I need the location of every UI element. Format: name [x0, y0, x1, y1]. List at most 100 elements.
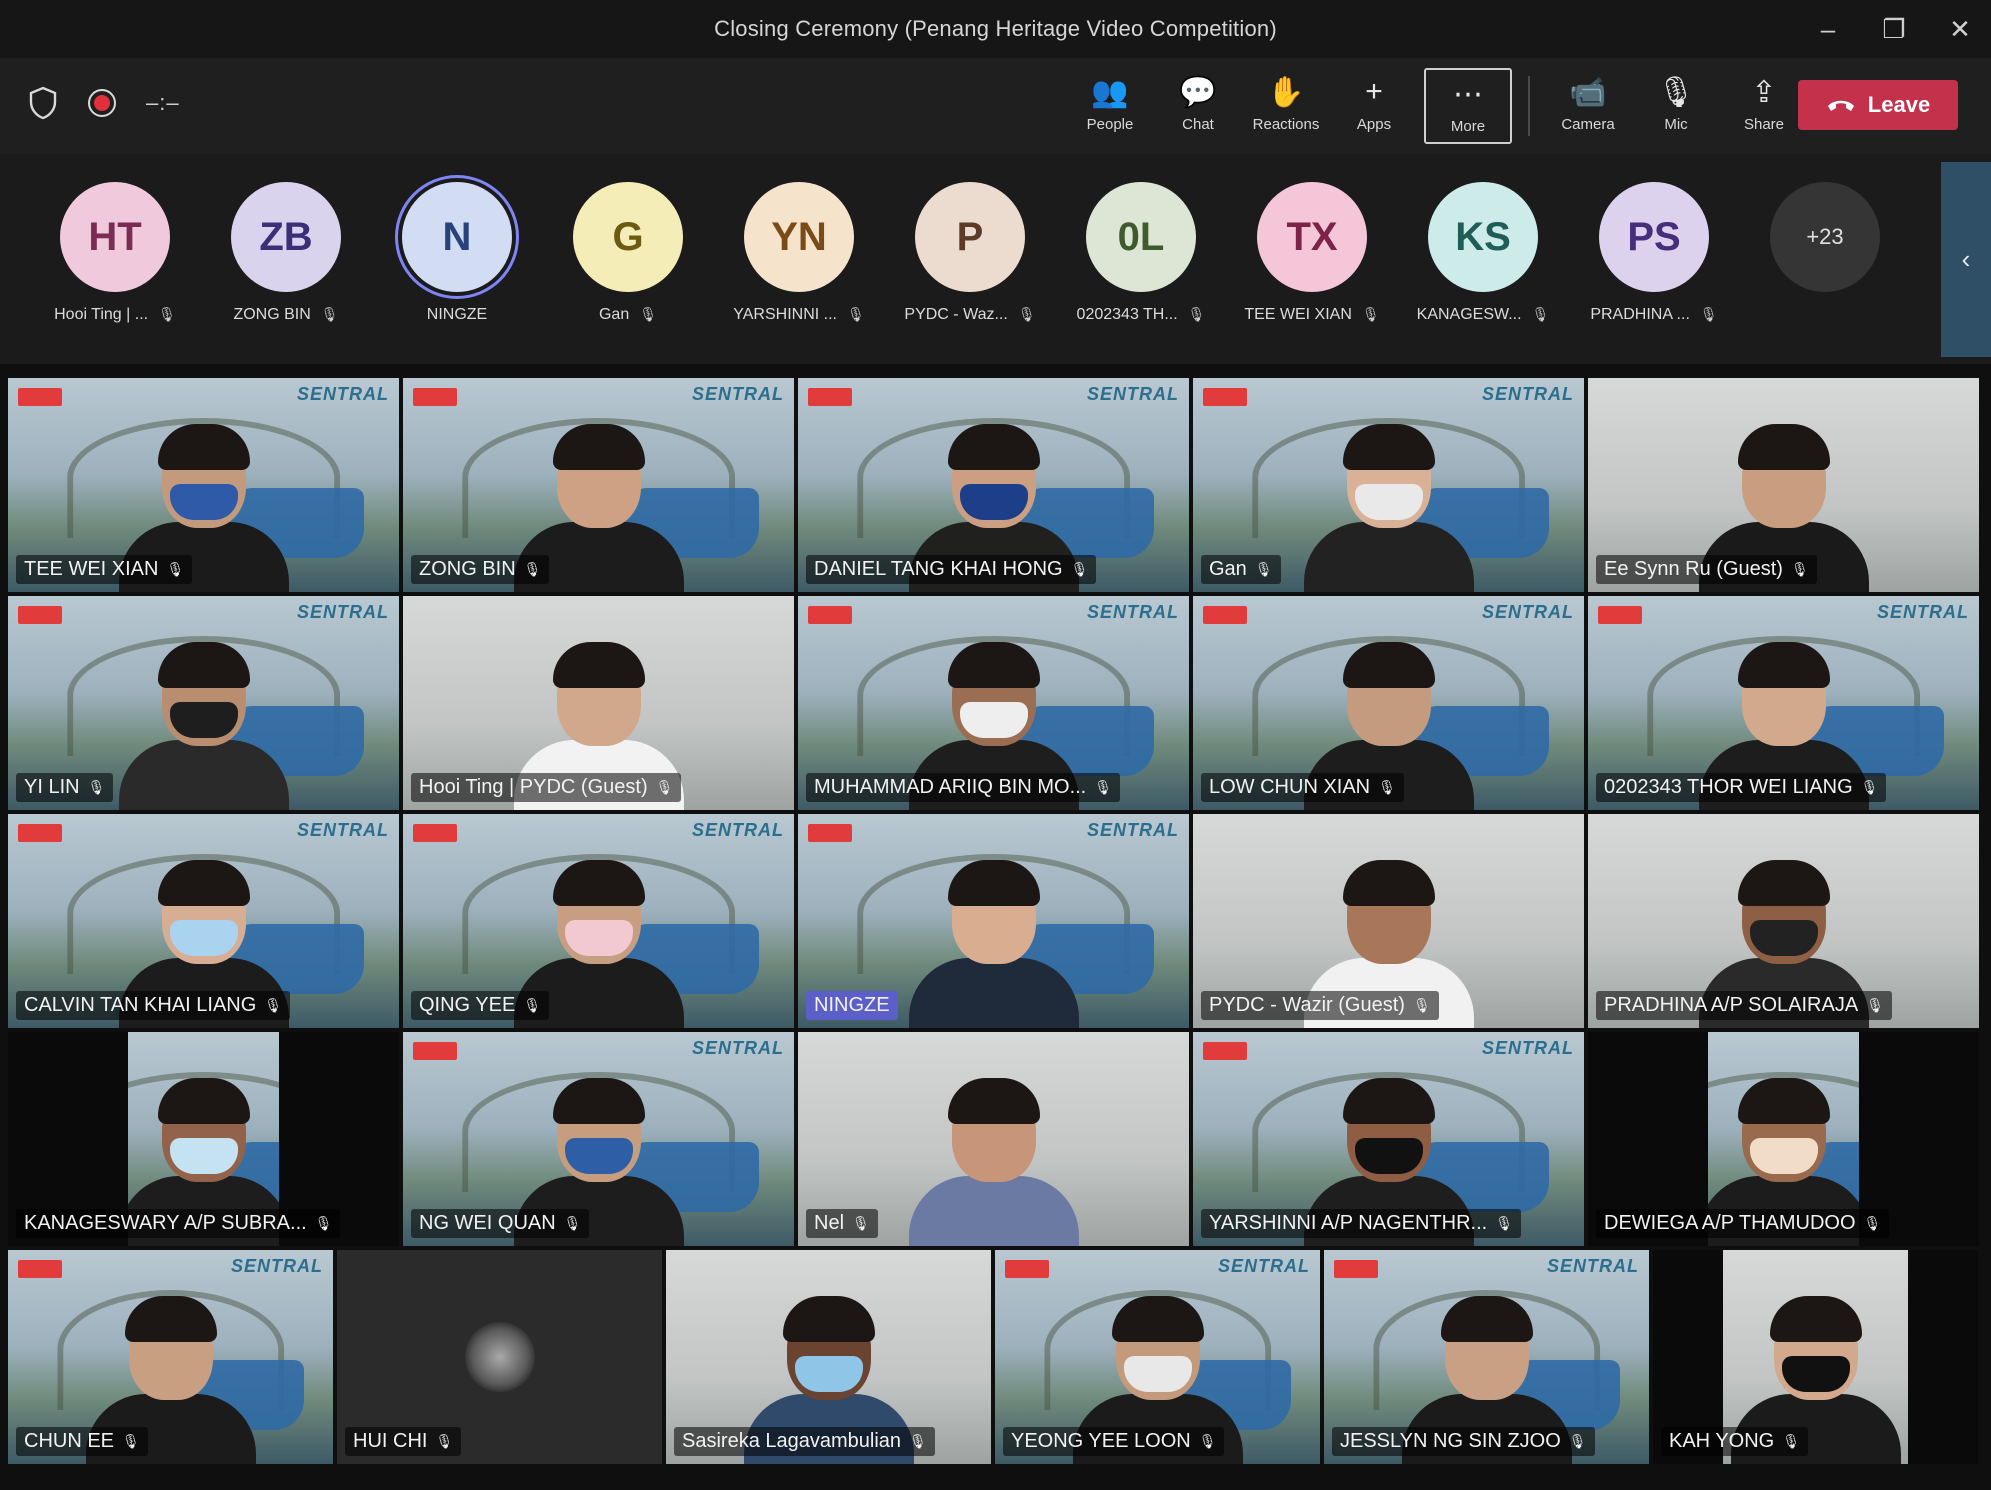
mic-muted-icon: 🎙 [1860, 779, 1879, 795]
video-tile[interactable]: SENTRAL YI LIN 🎙 [8, 596, 399, 810]
participant-avatar-item[interactable]: TX TEE WEI XIAN 🎙 [1232, 182, 1392, 324]
video-tile[interactable]: Ee Synn Ru (Guest) 🎙 [1588, 378, 1979, 592]
participant-name: KANAGESW... 🎙 [1417, 306, 1550, 324]
video-tile[interactable]: PYDC - Wazir (Guest) 🎙 [1193, 814, 1584, 1028]
live-badge [1203, 606, 1247, 624]
participant-avatar-item[interactable]: HT Hooi Ting | ... 🎙 [35, 182, 195, 324]
participant-nametag: PYDC - Wazir (Guest) 🎙 [1201, 991, 1439, 1020]
close-icon[interactable]: ✕ [1947, 14, 1973, 45]
face-mask [564, 1138, 633, 1174]
sentral-logo: SENTRAL [1877, 602, 1969, 622]
shield-icon[interactable] [28, 86, 58, 120]
participant-head [157, 860, 250, 964]
avatar: ZB [231, 182, 341, 292]
more-participants-button[interactable]: +23 [1770, 182, 1880, 292]
participant-avatar-item[interactable]: 0L 0202343 TH... 🎙 [1061, 182, 1221, 324]
video-tile[interactable]: SENTRAL LOW CHUN XIAN 🎙 [1193, 596, 1584, 810]
participant-head [1342, 860, 1435, 964]
video-tile[interactable]: SENTRAL NG WEI QUAN 🎙 [403, 1032, 794, 1246]
camera-button[interactable]: 📹 Camera [1544, 68, 1632, 144]
mic-off-icon: 🎙 [1656, 75, 1696, 109]
live-badge [1203, 1042, 1247, 1060]
participant-name-text: Nel [814, 1212, 845, 1234]
participant-name-text: Hooi Ting | PYDC (Guest) [419, 776, 648, 798]
participant-nametag: Nel 🎙 [806, 1209, 878, 1238]
mic-muted-icon: 🎙 [1495, 1215, 1513, 1231]
face-mask [169, 1138, 238, 1174]
face-mask [1354, 484, 1423, 520]
share-button[interactable]: ⇪ Share [1720, 68, 1808, 144]
minimize-icon[interactable]: – [1815, 14, 1841, 45]
chat-button[interactable]: 💬 Chat [1154, 68, 1242, 144]
participant-name-text: LOW CHUN XIAN [1209, 776, 1371, 798]
chevron-left-icon: ‹ [1961, 244, 1971, 274]
restore-icon[interactable]: ❐ [1881, 14, 1907, 45]
video-tile[interactable]: SENTRAL CHUN EE 🎙 [8, 1250, 333, 1464]
strip-scroll-button[interactable]: ‹ [1941, 162, 1991, 357]
share-label: Share [1743, 116, 1785, 133]
sentral-logo: SENTRAL [1482, 384, 1574, 404]
mic-muted-icon: 🎙 [563, 1215, 582, 1231]
participant-avatar-item[interactable]: ZB ZONG BIN 🎙 [206, 182, 366, 324]
mic-muted-icon: 🎙 [264, 997, 283, 1013]
participant-nametag: CHUN EE 🎙 [16, 1427, 148, 1456]
mic-muted-icon: 🎙 [1782, 1433, 1800, 1449]
participant-avatar-item[interactable]: YN YARSHINNI ... 🎙 [719, 182, 879, 324]
apps-icon: + [1365, 75, 1383, 108]
video-tile[interactable]: SENTRAL DANIEL TANG KHAI HONG 🎙 [798, 378, 1189, 592]
video-tile[interactable]: SENTRAL NINGZE [798, 814, 1189, 1028]
video-tile[interactable]: SENTRAL CALVIN TAN KHAI LIANG 🎙 [8, 814, 399, 1028]
participant-avatar-item[interactable]: N NINGZE [377, 182, 537, 324]
participant-name-text: ZONG BIN [419, 558, 516, 580]
video-tile[interactable]: Nel 🎙 [798, 1032, 1189, 1246]
video-tile[interactable]: SENTRAL QING YEE 🎙 [403, 814, 794, 1028]
mic-muted-icon: 🎙 [852, 1215, 870, 1231]
participant-avatar-item[interactable]: PS PRADHINA ... 🎙 [1574, 182, 1734, 324]
video-tile[interactable]: HUI CHI 🎙 [337, 1250, 662, 1464]
participant-name: PYDC - Waz... 🎙 [904, 306, 1035, 324]
participant-strip: +23 ‹ HT Hooi Ting | ... 🎙 ZB ZONG BIN 🎙 N NING… [0, 154, 1991, 364]
video-tile[interactable]: PRADHINA A/P SOLAIRAJA 🎙 [1588, 814, 1979, 1028]
participant-avatar-item[interactable]: G Gan 🎙 [548, 182, 708, 324]
participant-avatar-item[interactable]: KS KANAGESW... 🎙 [1403, 182, 1563, 324]
apps-button[interactable]: + Apps [1330, 68, 1418, 144]
more-button[interactable]: ⋯ More [1424, 68, 1512, 144]
mic-muted-icon: 🎙 [158, 306, 176, 322]
video-tile[interactable]: SENTRAL TEE WEI XIAN 🎙 [8, 378, 399, 592]
video-tile[interactable]: KAH YONG 🎙 [1653, 1250, 1978, 1464]
video-tile[interactable]: SENTRAL Gan 🎙 [1193, 378, 1584, 592]
video-tile[interactable]: SENTRAL JESSLYN NG SIN ZJOO 🎙 [1324, 1250, 1649, 1464]
video-tile[interactable]: Hooi Ting | PYDC (Guest) 🎙 [403, 596, 794, 810]
participant-name: TEE WEI XIAN 🎙 [1244, 306, 1379, 324]
reactions-button[interactable]: ✋ Reactions [1242, 68, 1330, 144]
video-tile[interactable]: SENTRALDEWIEGA A/P THAMUDOO🎙 [1588, 1032, 1979, 1246]
meeting-title: Closing Ceremony (Penang Heritage Video … [714, 16, 1277, 41]
participant-avatar-item[interactable]: P PYDC - Waz... 🎙 [890, 182, 1050, 324]
avatar: TX [1257, 182, 1367, 292]
live-badge [413, 1042, 457, 1060]
people-button[interactable]: 👥 People [1066, 68, 1154, 144]
sentral-logo: SENTRAL [1482, 1038, 1574, 1058]
video-tile[interactable]: SENTRAL 0202343 THOR WEI LIANG 🎙 [1588, 596, 1979, 810]
mic-button[interactable]: 🎙 Mic [1632, 68, 1720, 144]
video-tile[interactable]: SENTRAL MUHAMMAD ARIIQ BIN MO... 🎙 [798, 596, 1189, 810]
video-tile[interactable]: SENTRAL YEONG YEE LOON 🎙 [995, 1250, 1320, 1464]
leave-button[interactable]: Leave [1798, 80, 1958, 130]
participant-video [1303, 424, 1474, 592]
mic-muted-icon: 🎙 [1412, 997, 1431, 1013]
mic-muted-icon: 🎙 [846, 306, 865, 322]
meeting-status: –:– [28, 86, 180, 120]
video-row: SENTRAL TEE WEI XIAN 🎙 SENTRAL ZONG BIN 🎙 SENT… [8, 378, 1983, 592]
more-icon: ⋯ [1453, 77, 1483, 111]
face-mask [959, 484, 1028, 520]
video-tile[interactable]: SENTRALKANAGESWARY A/P SUBRA...🎙 [8, 1032, 399, 1246]
reactions-label: Reactions [1252, 116, 1320, 133]
video-tile[interactable]: SENTRAL ZONG BIN 🎙 [403, 378, 794, 592]
participant-name-text: CALVIN TAN KHAI LIANG [24, 994, 257, 1016]
participant-head [1342, 642, 1435, 746]
video-tile[interactable]: Sasireka Lagavambulian 🎙 [666, 1250, 991, 1464]
video-tile[interactable]: SENTRAL YARSHINNI A/P NAGENTHR... 🎙 [1193, 1032, 1584, 1246]
participant-head [1342, 424, 1435, 528]
participant-name: Gan 🎙 [599, 306, 657, 324]
participant-name-text: MUHAMMAD ARIIQ BIN MO... [814, 776, 1087, 798]
